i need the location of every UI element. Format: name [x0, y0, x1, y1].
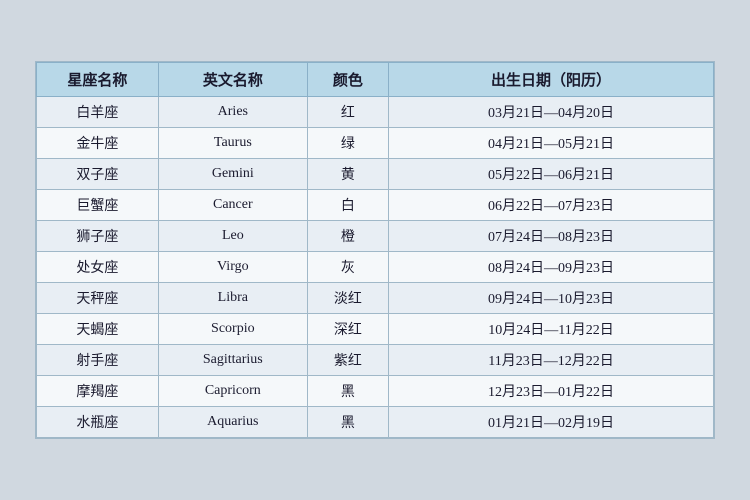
cell-zh-name: 巨蟹座	[37, 190, 159, 221]
cell-color: 灰	[307, 252, 388, 283]
table-row: 巨蟹座Cancer白06月22日—07月23日	[37, 190, 714, 221]
cell-date: 01月21日—02月19日	[389, 407, 714, 438]
cell-color: 黑	[307, 407, 388, 438]
header-zh-name: 星座名称	[37, 63, 159, 97]
header-color: 颜色	[307, 63, 388, 97]
cell-color: 白	[307, 190, 388, 221]
cell-zh-name: 水瓶座	[37, 407, 159, 438]
cell-zh-name: 摩羯座	[37, 376, 159, 407]
zodiac-table-container: 星座名称 英文名称 颜色 出生日期（阳历） 白羊座Aries红03月21日—04…	[35, 61, 715, 439]
table-row: 天秤座Libra淡红09月24日—10月23日	[37, 283, 714, 314]
table-row: 水瓶座Aquarius黑01月21日—02月19日	[37, 407, 714, 438]
cell-color: 红	[307, 97, 388, 128]
header-date: 出生日期（阳历）	[389, 63, 714, 97]
cell-zh-name: 狮子座	[37, 221, 159, 252]
cell-date: 11月23日—12月22日	[389, 345, 714, 376]
table-row: 金牛座Taurus绿04月21日—05月21日	[37, 128, 714, 159]
cell-color: 黑	[307, 376, 388, 407]
cell-zh-name: 双子座	[37, 159, 159, 190]
cell-color: 淡红	[307, 283, 388, 314]
cell-en-name: Aquarius	[158, 407, 307, 438]
cell-zh-name: 金牛座	[37, 128, 159, 159]
cell-en-name: Capricorn	[158, 376, 307, 407]
cell-en-name: Scorpio	[158, 314, 307, 345]
table-row: 射手座Sagittarius紫红11月23日—12月22日	[37, 345, 714, 376]
table-row: 双子座Gemini黄05月22日—06月21日	[37, 159, 714, 190]
cell-color: 深红	[307, 314, 388, 345]
cell-date: 07月24日—08月23日	[389, 221, 714, 252]
cell-en-name: Aries	[158, 97, 307, 128]
cell-color: 绿	[307, 128, 388, 159]
cell-en-name: Leo	[158, 221, 307, 252]
table-header-row: 星座名称 英文名称 颜色 出生日期（阳历）	[37, 63, 714, 97]
cell-en-name: Taurus	[158, 128, 307, 159]
table-body: 白羊座Aries红03月21日—04月20日金牛座Taurus绿04月21日—0…	[37, 97, 714, 438]
cell-color: 黄	[307, 159, 388, 190]
cell-en-name: Libra	[158, 283, 307, 314]
cell-zh-name: 白羊座	[37, 97, 159, 128]
cell-en-name: Virgo	[158, 252, 307, 283]
cell-zh-name: 处女座	[37, 252, 159, 283]
cell-date: 04月21日—05月21日	[389, 128, 714, 159]
cell-color: 橙	[307, 221, 388, 252]
header-en-name: 英文名称	[158, 63, 307, 97]
cell-zh-name: 射手座	[37, 345, 159, 376]
cell-zh-name: 天秤座	[37, 283, 159, 314]
table-row: 狮子座Leo橙07月24日—08月23日	[37, 221, 714, 252]
cell-en-name: Sagittarius	[158, 345, 307, 376]
cell-date: 06月22日—07月23日	[389, 190, 714, 221]
cell-date: 08月24日—09月23日	[389, 252, 714, 283]
zodiac-table: 星座名称 英文名称 颜色 出生日期（阳历） 白羊座Aries红03月21日—04…	[36, 62, 714, 438]
table-row: 处女座Virgo灰08月24日—09月23日	[37, 252, 714, 283]
table-row: 天蝎座Scorpio深红10月24日—11月22日	[37, 314, 714, 345]
cell-en-name: Cancer	[158, 190, 307, 221]
cell-en-name: Gemini	[158, 159, 307, 190]
cell-date: 10月24日—11月22日	[389, 314, 714, 345]
cell-date: 12月23日—01月22日	[389, 376, 714, 407]
cell-zh-name: 天蝎座	[37, 314, 159, 345]
cell-date: 09月24日—10月23日	[389, 283, 714, 314]
table-row: 摩羯座Capricorn黑12月23日—01月22日	[37, 376, 714, 407]
table-row: 白羊座Aries红03月21日—04月20日	[37, 97, 714, 128]
cell-color: 紫红	[307, 345, 388, 376]
cell-date: 05月22日—06月21日	[389, 159, 714, 190]
cell-date: 03月21日—04月20日	[389, 97, 714, 128]
